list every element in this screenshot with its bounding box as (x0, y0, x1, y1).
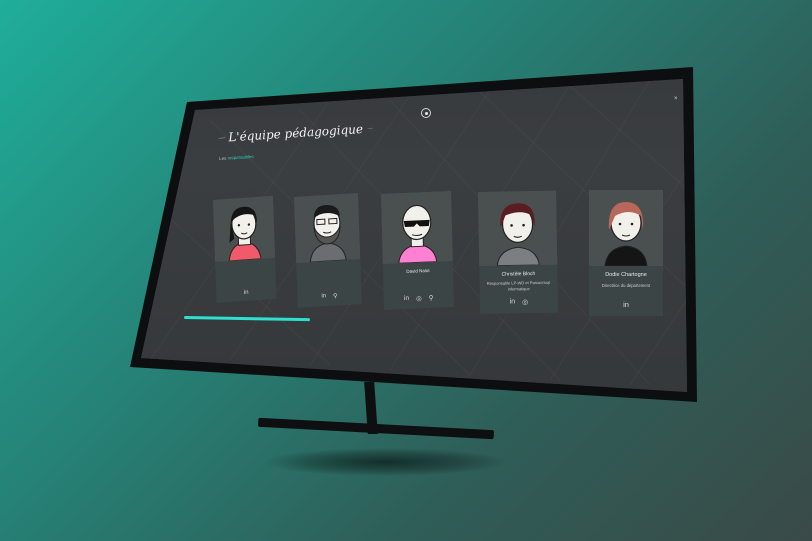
avatar (478, 190, 558, 266)
avatar (294, 193, 361, 263)
team-name (297, 265, 361, 269)
team-socials: in (216, 288, 276, 298)
team-role: Responsable LP-WD et Parcoursup informat… (486, 279, 551, 292)
avatar (213, 195, 276, 262)
scene: × — L'équipe pédagogique — Les responsab… (0, 0, 812, 541)
team-role (383, 276, 453, 279)
instagram-icon[interactable]: ◎ (416, 294, 422, 302)
linkedin-icon[interactable]: in (510, 298, 516, 306)
title-dash: — (218, 134, 226, 142)
linkedin-icon[interactable]: in (244, 290, 249, 296)
team-name: David Nalut (406, 267, 430, 274)
team-socials: in ◎ ⚲ (384, 293, 454, 304)
team-card[interactable]: in ⚲ (294, 193, 362, 308)
logo-dot (424, 111, 428, 115)
team-role (297, 273, 361, 277)
github-icon[interactable]: ⚲ (429, 294, 434, 302)
intro-p1-link[interactable]: responsables (227, 154, 253, 161)
team-socials: in (589, 300, 663, 309)
linkedin-icon[interactable]: in (404, 295, 409, 303)
team-card[interactable]: in (213, 195, 277, 303)
team-card[interactable]: Dodie Chartogne Directrice du départemen… (589, 190, 663, 316)
avatar (381, 190, 453, 264)
floor-shadow (265, 448, 505, 476)
team-socials: in ◎ (480, 298, 558, 307)
close-icon[interactable]: × (674, 96, 678, 102)
team-card[interactable]: Christèle Bloch Responsable LP-WD et Par… (478, 190, 559, 314)
team-name: Dodie Chartogne (605, 272, 647, 278)
linkedin-icon[interactable]: in (623, 300, 629, 309)
team-name: Christèle Bloch (501, 271, 536, 278)
team-name (215, 264, 275, 268)
github-icon[interactable]: ⚲ (333, 292, 338, 299)
team-role: Directrice du département (601, 283, 651, 288)
team-socials: in ⚲ (297, 291, 361, 302)
avatar (589, 190, 663, 266)
linkedin-icon[interactable]: in (321, 293, 326, 300)
title-tail-dash: — (367, 125, 374, 132)
team-card[interactable]: David Nalut in ◎ ⚲ (381, 190, 454, 310)
instagram-icon[interactable]: ◎ (522, 298, 528, 306)
intro-p1-prefix: Les (219, 155, 227, 161)
team-role (216, 272, 276, 276)
